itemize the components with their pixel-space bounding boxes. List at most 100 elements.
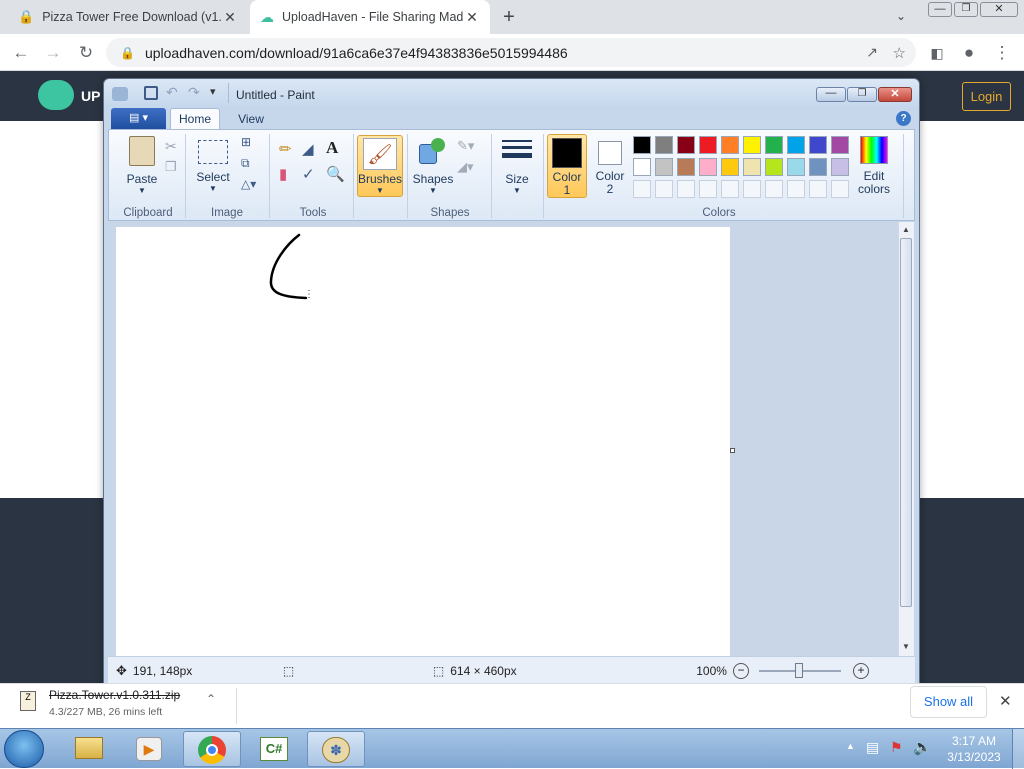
fill-bucket-icon[interactable]: ◢ — [302, 140, 322, 160]
new-tab-button[interactable]: + — [498, 6, 520, 28]
close-window-button[interactable]: ✕ — [980, 2, 1018, 17]
zoom-out-button[interactable]: − — [732, 662, 749, 679]
tab-home[interactable]: Home — [170, 108, 220, 130]
download-file-name[interactable]: Pizza.Tower.v1.0.311.zip — [49, 688, 180, 702]
custom-color-slot[interactable] — [787, 180, 805, 198]
tray-expand-icon[interactable]: ▲ — [846, 741, 855, 751]
taskbar-chrome[interactable] — [183, 731, 241, 767]
custom-color-slot[interactable] — [633, 180, 651, 198]
paint-app-icon[interactable] — [112, 87, 128, 101]
address-bar[interactable]: 🔒 uploadhaven.com/download/91a6ca6e37e4f… — [106, 38, 916, 67]
palette-swatch[interactable] — [721, 136, 739, 154]
palette-swatch[interactable] — [655, 136, 673, 154]
close-downloads-icon[interactable]: ✕ — [999, 692, 1012, 710]
profile-avatar-icon[interactable]: ● — [958, 42, 980, 64]
tab-view[interactable]: View — [226, 108, 276, 130]
paint-maximize-button[interactable]: ❐ — [847, 87, 877, 102]
taskbar-paint[interactable]: ✽ — [307, 731, 365, 767]
palette-swatch[interactable] — [831, 158, 849, 176]
palette-swatch[interactable] — [633, 158, 651, 176]
back-icon[interactable]: ← — [10, 42, 32, 64]
fill-icon[interactable]: ◢▾ — [457, 159, 474, 175]
palette-swatch[interactable] — [633, 136, 651, 154]
color2-button[interactable]: Color 2 — [590, 134, 630, 198]
zoom-slider[interactable] — [758, 662, 841, 678]
share-icon[interactable]: ↗ — [866, 44, 878, 61]
palette-swatch[interactable] — [655, 158, 673, 176]
palette-swatch[interactable] — [831, 136, 849, 154]
tab-search-icon[interactable]: ⌄ — [896, 9, 906, 23]
paint-menu-button[interactable]: ▤ ▾ — [111, 108, 166, 129]
paint-close-button[interactable]: ✕ — [878, 87, 912, 102]
palette-swatch[interactable] — [787, 136, 805, 154]
paste-button[interactable]: Paste ▼ — [117, 134, 167, 195]
palette-swatch[interactable] — [677, 158, 695, 176]
custom-color-slot[interactable] — [765, 180, 783, 198]
close-tab-icon[interactable]: ✕ — [222, 9, 238, 26]
palette-swatch[interactable] — [743, 136, 761, 154]
custom-color-slot[interactable] — [831, 180, 849, 198]
palette-swatch[interactable] — [809, 158, 827, 176]
download-options-chevron-icon[interactable]: ⌃ — [206, 692, 216, 706]
side-panel-icon[interactable]: ◧ — [926, 42, 948, 64]
menu-kebab-icon[interactable]: ⋮ — [991, 42, 1013, 64]
palette-swatch[interactable] — [699, 136, 717, 154]
select-button[interactable]: Select ▼ — [189, 134, 237, 194]
size-button[interactable]: Size ▼ — [495, 134, 539, 196]
palette-swatch[interactable] — [721, 158, 739, 176]
pencil-icon[interactable]: ✏ — [279, 140, 299, 160]
magnifier-icon[interactable]: 🔍 — [326, 165, 346, 185]
palette-swatch[interactable] — [677, 136, 695, 154]
canvas-resize-handle[interactable] — [730, 448, 735, 453]
minimize-button[interactable]: — — [928, 2, 952, 17]
text-tool-icon[interactable]: A — [326, 138, 346, 158]
reload-icon[interactable]: ↻ — [75, 42, 97, 64]
custom-color-slot[interactable] — [677, 180, 695, 198]
palette-swatch[interactable] — [809, 136, 827, 154]
taskbar-csharp[interactable]: C# — [245, 731, 303, 767]
forward-icon[interactable]: → — [42, 42, 64, 64]
palette-swatch[interactable] — [743, 158, 761, 176]
redo-icon[interactable]: ↷ — [188, 84, 200, 101]
cut-icon[interactable]: ✂ — [165, 138, 177, 155]
scroll-up-icon[interactable]: ▲ — [902, 225, 910, 234]
paint-minimize-button[interactable]: — — [816, 87, 846, 102]
help-icon[interactable]: ? — [896, 111, 911, 126]
crop-icon[interactable]: ⊞ — [241, 135, 251, 149]
login-button[interactable]: Login — [962, 82, 1011, 111]
undo-icon[interactable]: ↶ — [166, 84, 178, 101]
shapes-button[interactable]: Shapes ▼ — [411, 134, 455, 196]
palette-swatch[interactable] — [765, 136, 783, 154]
palette-swatch[interactable] — [787, 158, 805, 176]
clock[interactable]: 3:17 AM 3/13/2023 — [942, 733, 1006, 765]
restore-button[interactable]: ❐ — [954, 2, 978, 17]
network-icon[interactable]: ▤ — [866, 739, 879, 756]
scroll-down-icon[interactable]: ▼ — [902, 642, 910, 651]
copy-icon[interactable]: ❐ — [165, 159, 177, 175]
save-icon[interactable] — [144, 86, 158, 100]
start-button[interactable] — [4, 730, 44, 768]
palette-swatch[interactable] — [765, 158, 783, 176]
close-tab-icon[interactable]: ✕ — [464, 9, 480, 26]
resize-icon[interactable]: ⧉ — [241, 156, 250, 171]
tab-uploadhaven[interactable]: ☁ UploadHaven - File Sharing Mad ✕ — [250, 0, 490, 34]
custom-color-slot[interactable] — [809, 180, 827, 198]
eraser-icon[interactable]: ▮ — [279, 165, 299, 185]
taskbar-explorer[interactable] — [60, 731, 118, 767]
zoom-in-button[interactable]: + — [852, 662, 869, 679]
show-all-button[interactable]: Show all — [910, 686, 987, 718]
show-desktop-button[interactable] — [1012, 729, 1024, 769]
scroll-thumb[interactable] — [900, 238, 912, 607]
volume-icon[interactable]: 🔈 — [913, 738, 932, 756]
tab-pizza-tower[interactable]: 🔒 Pizza Tower Free Download (v1.0 ✕ — [8, 0, 248, 34]
outline-icon[interactable]: ✎▾ — [457, 138, 474, 154]
palette-swatch[interactable] — [699, 158, 717, 176]
rotate-icon[interactable]: △▾ — [241, 177, 256, 191]
color-picker-icon[interactable]: ✓ — [302, 165, 322, 185]
quick-access-dropdown-icon[interactable]: ▾ — [210, 85, 216, 98]
bookmark-star-icon[interactable]: ☆ — [893, 44, 906, 62]
custom-color-slot[interactable] — [699, 180, 717, 198]
zoom-slider-thumb[interactable] — [794, 662, 803, 678]
vertical-scrollbar[interactable]: ▲ ▼ — [898, 222, 914, 656]
drawing-canvas[interactable]: ⋮ — [116, 227, 730, 656]
